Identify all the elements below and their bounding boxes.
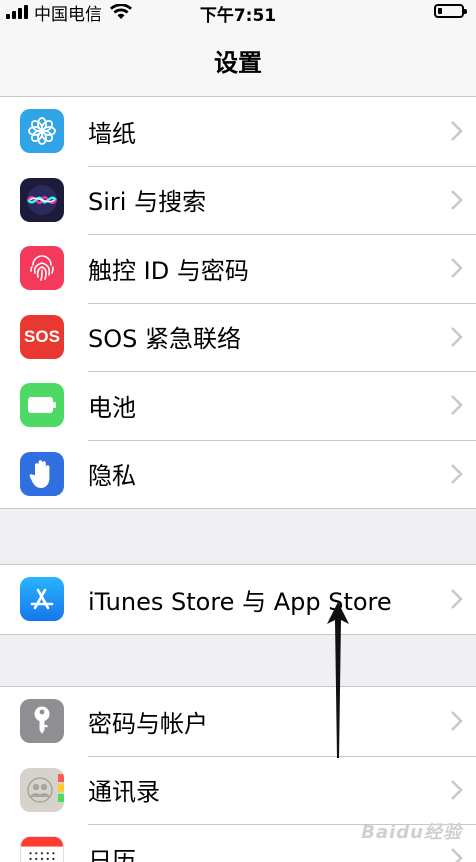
- settings-row-label: 通讯录: [88, 778, 160, 807]
- status-bar: 中国电信 下午7:51: [0, 0, 476, 26]
- chevron-right-icon: [451, 121, 463, 142]
- chevron-right-icon: [451, 589, 463, 610]
- battery-icon: [20, 383, 64, 428]
- app-store-icon: [20, 577, 64, 622]
- chevron-right-icon: [451, 189, 463, 210]
- signal-strength-icon: [6, 5, 28, 19]
- settings-row-touch-id[interactable]: 触控 ID 与密码: [0, 234, 476, 303]
- sos-icon-text: SOS: [24, 326, 60, 346]
- calendar-icon: [20, 836, 64, 862]
- carrier-name: 中国电信: [34, 4, 102, 25]
- settings-row-battery[interactable]: 电池: [0, 371, 476, 440]
- settings-row-contacts[interactable]: 通讯录: [0, 755, 476, 825]
- chevron-right-icon: [451, 711, 463, 732]
- settings-row-passwords-accounts[interactable]: 密码与帐户: [0, 687, 476, 756]
- chevron-right-icon: [451, 395, 463, 416]
- chevron-right-icon: [451, 326, 463, 347]
- settings-row-label: 墙纸: [88, 119, 136, 148]
- settings-row-label: SOS 紧急联络: [88, 325, 241, 354]
- settings-row-privacy[interactable]: 隐私: [0, 439, 476, 509]
- settings-row-label: 日历: [88, 846, 136, 862]
- watermark: Baidu经验: [361, 822, 462, 843]
- chevron-right-icon: [451, 848, 463, 862]
- wallpaper-icon: [20, 109, 64, 154]
- contacts-icon: [20, 767, 64, 812]
- settings-row-itunes-app-store[interactable]: iTunes Store 与 App Store: [0, 565, 476, 634]
- settings-row-wallpaper[interactable]: 墙纸: [0, 97, 476, 166]
- chevron-right-icon: [451, 258, 463, 279]
- wifi-icon: [110, 4, 132, 20]
- settings-row-label: 电池: [88, 393, 136, 422]
- settings-row-label: Siri 与搜索: [88, 188, 207, 217]
- sos-icon: SOS: [20, 314, 64, 359]
- annotation-arrow-icon: [327, 602, 349, 758]
- fingerprint-icon: [20, 246, 64, 291]
- siri-icon: [20, 177, 64, 222]
- battery-status-icon: [434, 4, 467, 18]
- hand-icon: [20, 451, 64, 496]
- settings-row-sos[interactable]: SOS SOS 紧急联络: [0, 302, 476, 372]
- settings-group-2: iTunes Store 与 App Store: [0, 564, 476, 635]
- page-title: 设置: [214, 48, 262, 77]
- key-icon: [20, 699, 64, 744]
- chevron-right-icon: [451, 463, 463, 484]
- settings-row-label: 隐私: [88, 462, 136, 491]
- nav-bar: 设置: [0, 24, 476, 97]
- chevron-right-icon: [451, 779, 463, 800]
- settings-row-siri[interactable]: Siri 与搜索: [0, 165, 476, 235]
- settings-row-label: 密码与帐户: [88, 709, 208, 738]
- settings-row-label: 触控 ID 与密码: [88, 256, 249, 285]
- settings-screen: 中国电信 下午7:51 设置 墙纸 Siri 与搜索 触控 ID 与密码 SOS…: [0, 0, 476, 862]
- settings-group-1: 墙纸 Siri 与搜索 触控 ID 与密码 SOS SOS 紧急联络 电池 隐私: [0, 96, 476, 509]
